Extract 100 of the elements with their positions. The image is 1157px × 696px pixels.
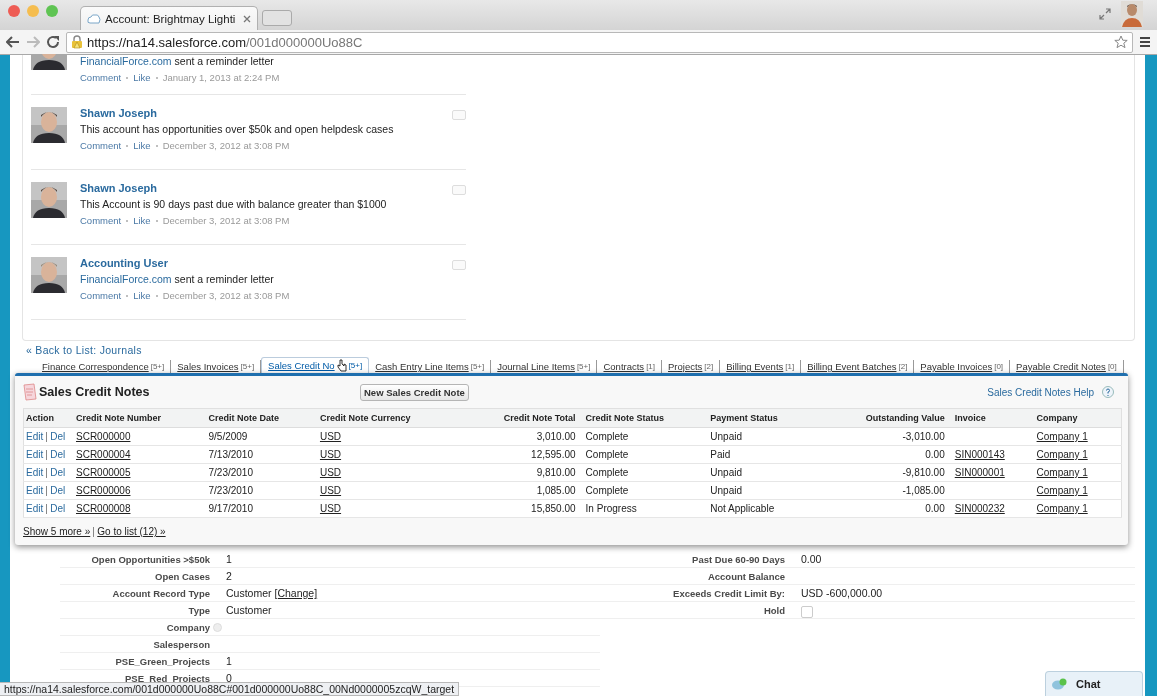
column-header: Credit Note Date bbox=[206, 408, 318, 428]
edit-link[interactable]: Edit bbox=[26, 466, 44, 478]
field-label: Open Opportunities >$50k bbox=[90, 553, 210, 565]
edit-link[interactable]: Edit bbox=[26, 430, 44, 442]
column-header: Credit Note Total bbox=[455, 408, 584, 428]
table-link[interactable]: SCR000006 bbox=[76, 485, 131, 496]
delete-link[interactable]: Del bbox=[50, 484, 66, 496]
change-link[interactable]: [Change] bbox=[274, 587, 318, 599]
author-name[interactable]: Shawn Joseph bbox=[80, 107, 394, 120]
post-time: December 3, 2012 at 3:08 PM bbox=[162, 214, 290, 227]
post-action-link[interactable]: Comment bbox=[80, 289, 122, 302]
column-header: Invoice bbox=[952, 408, 1035, 428]
author-name[interactable]: Shawn Joseph bbox=[80, 182, 387, 195]
table-cell: Complete bbox=[583, 445, 709, 464]
new-credit-note-button[interactable]: New Sales Credit Note bbox=[360, 383, 469, 401]
field-label: Past Due 60-90 Days bbox=[691, 553, 785, 565]
hold-checkbox[interactable] bbox=[801, 606, 813, 618]
new-tab-button[interactable] bbox=[262, 10, 293, 26]
field-label: Company bbox=[165, 621, 210, 633]
table-link[interactable]: SIN000143 bbox=[954, 449, 1005, 460]
status-url: https://na14.salesforce.com/001d000000Uo88C#001d000000Uo88C_00Nd0000005zcqW_target bbox=[0, 682, 460, 696]
delete-link[interactable]: Del bbox=[50, 502, 66, 514]
table-link[interactable]: Company 1 bbox=[1036, 485, 1088, 496]
column-header: Credit Note Currency bbox=[317, 408, 456, 428]
post-text: This Account is 90 days past due with balance greater than $1000 bbox=[80, 198, 387, 211]
browser-tab[interactable]: Account: Brightmay Lighti bbox=[80, 6, 259, 30]
table-link[interactable]: SCR000005 bbox=[76, 467, 131, 478]
table-link[interactable]: SCR000004 bbox=[76, 449, 131, 460]
column-header: Credit Note Number bbox=[74, 408, 207, 428]
table-cell: 9/17/2010 bbox=[206, 499, 318, 518]
table-link[interactable]: USD bbox=[319, 503, 342, 514]
related-list-link[interactable]: Sales Credit No [5+] bbox=[261, 357, 370, 373]
delete-link[interactable]: Del bbox=[50, 466, 66, 478]
post-action-link[interactable]: Like bbox=[133, 214, 151, 227]
field-value: USD -600,000.00 bbox=[801, 587, 883, 599]
profile-avatar[interactable] bbox=[1121, 1, 1143, 27]
popup-title: Sales Credit Notes bbox=[39, 385, 150, 399]
table-cell: Complete bbox=[583, 427, 709, 446]
address-field[interactable]: https://na14.salesforce.com/001d000000Uo88C bbox=[66, 31, 1133, 53]
back-link[interactable]: « Back to List: Journals bbox=[26, 344, 1145, 357]
edit-link[interactable]: Edit bbox=[26, 484, 44, 496]
field-value: 2 bbox=[226, 570, 232, 582]
go-to-list-link[interactable]: Go to list (12) » bbox=[97, 526, 166, 537]
post-action-link[interactable]: Comment bbox=[80, 139, 122, 152]
help-icon[interactable] bbox=[1102, 386, 1114, 398]
table-cell: 9/5/2009 bbox=[206, 427, 318, 446]
window-zoom-button[interactable] bbox=[46, 4, 58, 17]
table-cell: -3,010.00 bbox=[815, 427, 953, 446]
document-icon bbox=[23, 383, 37, 401]
table-link[interactable]: SIN000001 bbox=[954, 467, 1005, 478]
field-value: 0 bbox=[226, 672, 232, 684]
star-icon[interactable] bbox=[1114, 35, 1128, 49]
post-time: December 3, 2012 at 3:08 PM bbox=[162, 139, 290, 152]
fullscreen-icon[interactable] bbox=[1099, 8, 1111, 20]
window-minimize-button[interactable] bbox=[27, 4, 39, 17]
table-link[interactable]: USD bbox=[319, 431, 342, 442]
avatar bbox=[31, 182, 67, 218]
table-cell: 7/23/2010 bbox=[206, 481, 318, 500]
table-cell: Unpaid bbox=[708, 481, 815, 500]
lock-warning-icon bbox=[71, 35, 83, 49]
table-link[interactable]: Company 1 bbox=[1036, 449, 1088, 460]
author-name[interactable]: Accounting User bbox=[80, 257, 290, 270]
table-link[interactable]: USD bbox=[319, 467, 342, 478]
post-action-link[interactable]: Comment bbox=[80, 214, 122, 227]
table-link[interactable]: SIN000232 bbox=[954, 503, 1005, 514]
forward-icon[interactable] bbox=[26, 36, 40, 48]
post-action-link[interactable]: Like bbox=[133, 71, 151, 84]
post-action-link[interactable]: Comment bbox=[80, 71, 122, 84]
close-icon[interactable] bbox=[243, 14, 252, 23]
source-link[interactable]: FinancialForce.com bbox=[80, 273, 172, 285]
table-cell: -1,085.00 bbox=[815, 481, 953, 500]
column-header: Company bbox=[1034, 408, 1122, 428]
table-link[interactable]: SCR000000 bbox=[76, 431, 131, 442]
reload-icon[interactable] bbox=[46, 35, 60, 49]
table-cell: 9,810.00 bbox=[455, 463, 584, 482]
delete-link[interactable]: Del bbox=[50, 448, 66, 460]
field-label: Account Record Type bbox=[111, 587, 210, 599]
window-close-button[interactable] bbox=[8, 4, 20, 17]
show-more-link[interactable]: Show 5 more » bbox=[23, 526, 91, 537]
chat-button[interactable]: Chat bbox=[1045, 671, 1143, 696]
field-value: Customer bbox=[226, 604, 272, 616]
table-cell: 0.00 bbox=[815, 499, 953, 518]
back-icon[interactable] bbox=[6, 36, 20, 48]
post-time: January 1, 2013 at 2:24 PM bbox=[162, 71, 280, 84]
delete-link[interactable]: Del bbox=[50, 430, 66, 442]
post-action-link[interactable]: Like bbox=[133, 139, 151, 152]
table-link[interactable]: USD bbox=[319, 449, 342, 460]
edit-link[interactable]: Edit bbox=[26, 502, 44, 514]
post-action-link[interactable]: Like bbox=[133, 289, 151, 302]
table-link[interactable]: Company 1 bbox=[1036, 503, 1088, 514]
table-link[interactable]: Company 1 bbox=[1036, 467, 1088, 478]
chat-bubbles-icon bbox=[1052, 677, 1068, 691]
table-cell: 7/13/2010 bbox=[206, 445, 318, 464]
help-link[interactable]: Sales Credit Notes Help bbox=[987, 386, 1094, 398]
table-link[interactable]: USD bbox=[319, 485, 342, 496]
table-link[interactable]: Company 1 bbox=[1036, 431, 1088, 442]
edit-link[interactable]: Edit bbox=[26, 448, 44, 460]
source-link[interactable]: FinancialForce.com bbox=[80, 55, 172, 67]
table-link[interactable]: SCR000008 bbox=[76, 503, 131, 514]
menu-icon[interactable] bbox=[1139, 36, 1151, 48]
